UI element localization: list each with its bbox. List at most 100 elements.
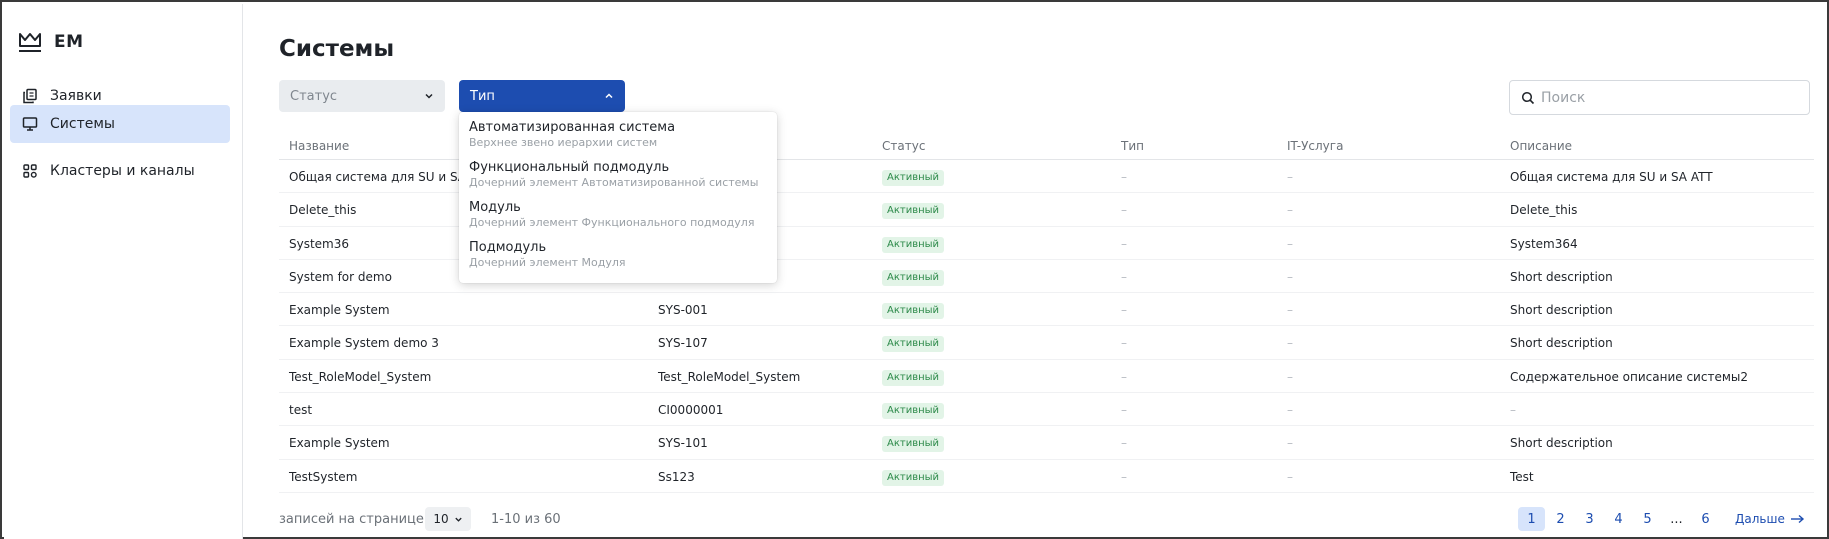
page-button[interactable]: 5 bbox=[1634, 507, 1661, 531]
pagination-ellipsis: ... bbox=[1670, 511, 1683, 527]
cell-type: – bbox=[1121, 469, 1127, 484]
cell-name: System for demo bbox=[289, 269, 392, 284]
status-badge: Активный bbox=[882, 369, 945, 386]
cell-code: Ss123 bbox=[658, 469, 695, 484]
cell-type: – bbox=[1121, 436, 1127, 451]
type-option[interactable]: Функциональный подмодуль Дочерний элемент… bbox=[459, 158, 777, 198]
monitor-icon bbox=[22, 117, 38, 131]
arrow-right-icon bbox=[1790, 514, 1804, 524]
crown-icon bbox=[19, 33, 41, 52]
search-box[interactable] bbox=[1509, 80, 1810, 115]
cell-name: Общая система для SU и SA bbox=[289, 170, 466, 184]
column-header-description[interactable]: Описание bbox=[1510, 139, 1572, 153]
type-option[interactable]: Модуль Дочерний элемент Функционального п… bbox=[459, 198, 777, 238]
cell-code: CI0000001 bbox=[658, 403, 724, 418]
cell-description: Short description bbox=[1510, 436, 1613, 451]
cell-description: Delete_this bbox=[1510, 203, 1578, 218]
page-button[interactable]: 3 bbox=[1576, 507, 1603, 531]
type-filter[interactable]: Тип bbox=[459, 80, 625, 112]
cell-code: SYS-101 bbox=[658, 436, 708, 451]
sidebar-item-clusters[interactable]: Кластеры и каналы bbox=[10, 152, 230, 190]
column-header-it-service[interactable]: IT-Услуга bbox=[1287, 139, 1343, 153]
page-button[interactable]: 4 bbox=[1605, 507, 1632, 531]
type-option-subtitle: Верхнее звено иерархии систем bbox=[469, 136, 658, 149]
search-icon bbox=[1521, 91, 1535, 104]
column-header-type[interactable]: Тип bbox=[1121, 139, 1144, 153]
cell-description: – bbox=[1510, 403, 1516, 418]
cell-it-service: – bbox=[1287, 203, 1293, 218]
cell-name: System36 bbox=[289, 236, 350, 251]
sidebar-item-label: Системы bbox=[50, 116, 115, 132]
cell-type: – bbox=[1121, 203, 1127, 218]
cell-it-service: – bbox=[1287, 170, 1293, 184]
status-badge: Активный bbox=[882, 236, 945, 253]
cell-it-service: – bbox=[1287, 403, 1293, 418]
cell-type: – bbox=[1121, 170, 1127, 184]
type-option-subtitle: Дочерний элемент Автоматизированной сист… bbox=[469, 176, 759, 189]
status-badge: Активный bbox=[882, 336, 945, 353]
table-row[interactable]: TestSystem Ss123 Активный – – Test bbox=[279, 460, 1814, 493]
table-row[interactable]: Example System SYS-001 Активный – – Short des… bbox=[279, 293, 1814, 327]
per-page-value: 10 bbox=[433, 512, 449, 526]
sidebar-item-label: Заявки bbox=[50, 88, 102, 104]
type-option-title: Подмодуль bbox=[469, 240, 547, 255]
page-button[interactable]: 1 bbox=[1518, 507, 1545, 531]
search-input[interactable] bbox=[1541, 89, 1801, 106]
type-option[interactable]: Подмодуль Дочерний элемент Модуля bbox=[459, 238, 777, 278]
cell-description: Общая система для SU и SA ATT bbox=[1510, 170, 1713, 184]
cell-name: Example System demo 3 bbox=[289, 336, 439, 351]
status-badge: Активный bbox=[882, 269, 945, 286]
cell-type: – bbox=[1121, 236, 1127, 251]
type-option-title: Модуль bbox=[469, 200, 521, 215]
grid-icon bbox=[23, 164, 37, 178]
cell-name: test bbox=[289, 403, 313, 418]
page-button[interactable]: 2 bbox=[1547, 507, 1574, 531]
status-badge: Активный bbox=[882, 170, 945, 186]
next-page-label: Дальше bbox=[1735, 512, 1785, 526]
type-dropdown-menu: Автоматизированная система Верхнее звено … bbox=[459, 112, 777, 283]
type-option[interactable]: Автоматизированная система Верхнее звено … bbox=[459, 118, 777, 158]
status-filter-label: Статус bbox=[290, 88, 338, 104]
chevron-down-icon bbox=[454, 517, 462, 522]
cell-it-service: – bbox=[1287, 336, 1293, 351]
cell-it-service: – bbox=[1287, 369, 1293, 384]
page-button[interactable]: 6 bbox=[1692, 507, 1719, 531]
type-option-subtitle: Дочерний элемент Функционального подмоду… bbox=[469, 216, 755, 229]
type-option-title: Автоматизированная система bbox=[469, 120, 676, 135]
sidebar-item-label: Кластеры и каналы bbox=[50, 163, 195, 179]
cell-description: Short description bbox=[1510, 269, 1613, 284]
cell-it-service: – bbox=[1287, 269, 1293, 284]
app-window: EM Заявки Системы Кластеры и каналы Сист… bbox=[0, 0, 1829, 539]
cell-name: Example System bbox=[289, 303, 390, 318]
table-row[interactable]: Test_RoleModel_System Test_RoleModel_Syst… bbox=[279, 360, 1814, 394]
type-option-title: Функциональный подмодуль bbox=[469, 160, 670, 175]
cell-code: SYS-001 bbox=[658, 303, 708, 318]
brand[interactable]: EM bbox=[18, 30, 84, 54]
type-filter-label: Тип bbox=[470, 88, 495, 104]
cell-description: Содержательное описание системы2 bbox=[1510, 369, 1748, 384]
column-header-status[interactable]: Статус bbox=[882, 139, 925, 153]
chevron-down-icon bbox=[425, 93, 433, 99]
status-badge: Активный bbox=[882, 469, 945, 486]
cell-it-service: – bbox=[1287, 469, 1293, 484]
status-filter[interactable]: Статус bbox=[279, 80, 445, 112]
sidebar-item-systems[interactable]: Системы bbox=[10, 105, 230, 143]
table-row[interactable]: Example System demo 3 SYS-107 Активный – – Sh… bbox=[279, 326, 1814, 360]
cell-code: SYS-107 bbox=[658, 336, 708, 351]
cell-name: Delete_this bbox=[289, 203, 357, 218]
cell-type: – bbox=[1121, 403, 1127, 418]
cell-name: Test_RoleModel_System bbox=[289, 369, 432, 384]
cell-description: Test bbox=[1510, 469, 1534, 484]
status-badge: Активный bbox=[882, 436, 945, 453]
pagination: 1 2 3 4 5... 6 bbox=[1518, 507, 1719, 531]
per-page-select[interactable]: 10 bbox=[425, 507, 471, 531]
column-header-name[interactable]: Название bbox=[289, 139, 349, 153]
table-row[interactable]: test CI0000001 Активный – – – bbox=[279, 393, 1814, 427]
cell-type: – bbox=[1121, 303, 1127, 318]
cell-description: Short description bbox=[1510, 303, 1613, 318]
cell-name: Example System bbox=[289, 436, 390, 451]
table-row[interactable]: Example System SYS-101 Активный – – Short des… bbox=[279, 426, 1814, 460]
brand-name: EM bbox=[54, 32, 84, 52]
next-page-button[interactable]: Дальше bbox=[1735, 512, 1805, 526]
cell-code: Test_RoleModel_System bbox=[658, 369, 801, 384]
